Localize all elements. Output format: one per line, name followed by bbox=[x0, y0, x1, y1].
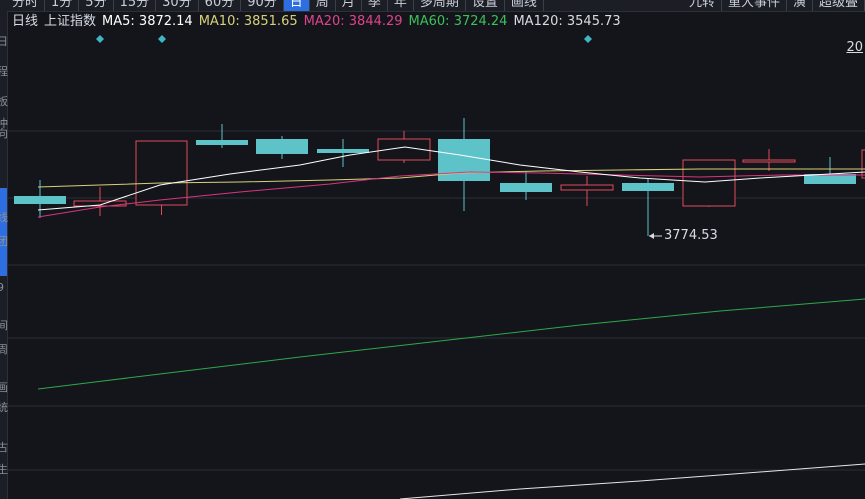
candle-body bbox=[742, 159, 796, 163]
candle-body bbox=[196, 140, 248, 145]
candle-body bbox=[14, 196, 66, 204]
low-price-label: 3774.53 bbox=[664, 228, 718, 243]
event-marker-2[interactable] bbox=[584, 35, 592, 43]
candle-1[interactable] bbox=[73, 187, 127, 216]
event-marker-0[interactable] bbox=[96, 35, 104, 43]
candle-11[interactable] bbox=[682, 159, 736, 207]
candle-2[interactable] bbox=[135, 140, 188, 215]
candle-12[interactable] bbox=[742, 149, 796, 171]
candle-9[interactable] bbox=[560, 176, 614, 206]
candle-body bbox=[317, 149, 369, 153]
ma60-line bbox=[37, 298, 865, 390]
ma120-line bbox=[399, 463, 865, 499]
candle-body bbox=[682, 159, 736, 207]
candle-body bbox=[438, 139, 490, 181]
candle-0[interactable] bbox=[14, 180, 66, 218]
candle-body bbox=[256, 139, 308, 154]
candle-7[interactable] bbox=[438, 118, 490, 211]
low-price-marker bbox=[649, 233, 662, 239]
candle-8[interactable] bbox=[500, 171, 552, 200]
candle-3[interactable] bbox=[196, 124, 248, 148]
event-marker-1[interactable] bbox=[158, 35, 166, 43]
candle-body bbox=[500, 183, 552, 192]
candle-body bbox=[135, 140, 188, 206]
candle-body bbox=[560, 184, 614, 191]
candle-4[interactable] bbox=[256, 136, 308, 159]
candle-13[interactable] bbox=[804, 157, 856, 184]
candle-body bbox=[622, 183, 674, 191]
kline-chart[interactable] bbox=[0, 0, 865, 499]
